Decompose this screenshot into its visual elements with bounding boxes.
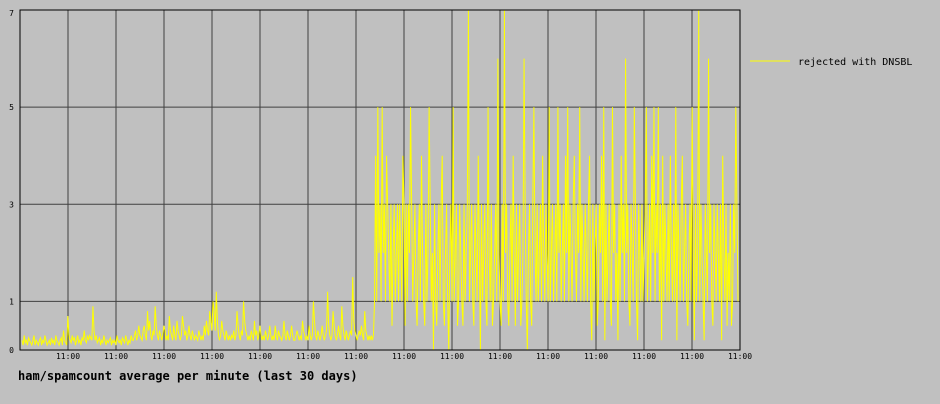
y-tick-label: 7 <box>9 9 14 18</box>
x-tick-label: 11:00 <box>248 352 272 361</box>
x-tick-label: 11:00 <box>56 352 80 361</box>
x-tick-label: 11:00 <box>392 352 416 361</box>
chart-svg: 11:00 11:00 11:00 11:00 11:00 11:00 11:00 11:00… <box>0 0 940 400</box>
x-tick-label: 11:00 <box>488 352 512 361</box>
x-tick-label: 11:00 <box>680 352 704 361</box>
x-tick-label: 11:00 <box>344 352 368 361</box>
chart-title: ham/spamcount average per minute (last 3… <box>18 369 358 383</box>
chart: 11:00 11:00 11:00 11:00 11:00 11:00 11:00 11:00… <box>0 0 940 400</box>
x-tick-label: 11:00 <box>200 352 224 361</box>
x-tick-label: 11:00 <box>584 352 608 361</box>
x-tick-label: 11:00 <box>104 352 128 361</box>
x-tick-label: 11:00 <box>536 352 560 361</box>
x-tick-label: 11:00 <box>152 352 176 361</box>
y-tick-label: 0 <box>9 346 14 355</box>
x-tick-label: 11:00 <box>296 352 320 361</box>
x-tick-label: 11:00 <box>632 352 656 361</box>
y-tick-label: 3 <box>9 200 14 209</box>
y-tick-label: 1 <box>9 297 14 306</box>
legend-label: rejected with DNSBL <box>798 57 912 68</box>
y-tick-label: 5 <box>9 103 14 112</box>
x-tick-label: 11:00 <box>440 352 464 361</box>
x-tick-label: 11:00 <box>728 352 752 361</box>
